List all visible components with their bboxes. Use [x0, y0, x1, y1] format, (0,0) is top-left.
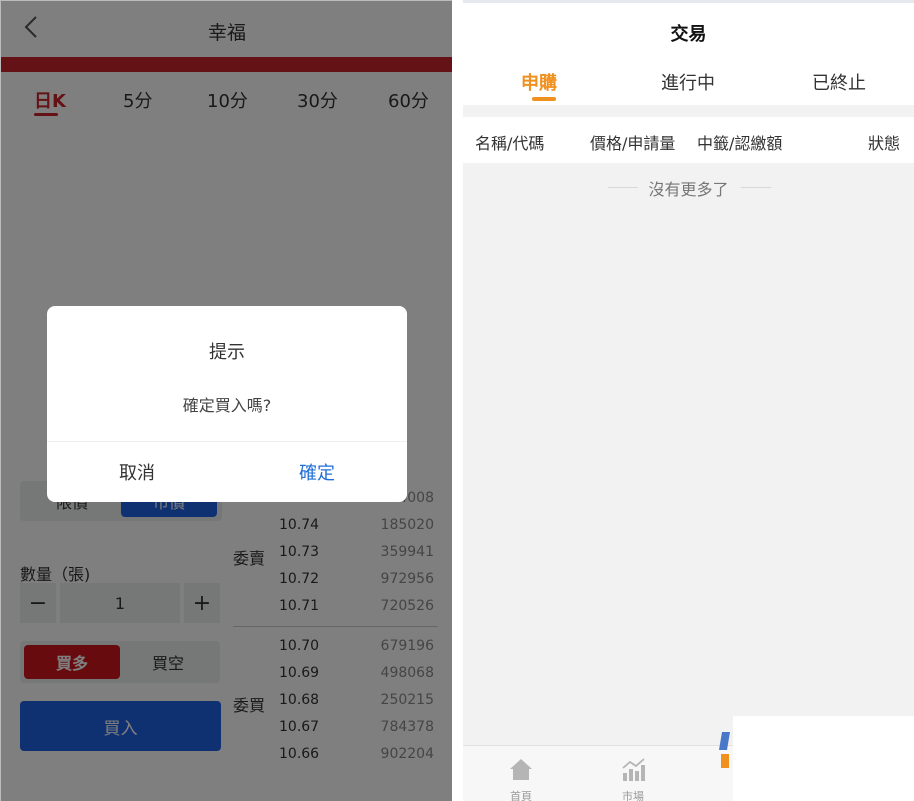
nav-market[interactable]: 市場	[603, 752, 663, 801]
confirm-dialog: 提示 確定買入嗎? 取消 確定	[47, 306, 407, 502]
tab-in-progress[interactable]: 進行中	[661, 69, 715, 95]
tab-terminated[interactable]: 已終止	[812, 69, 866, 95]
tab-subscribe[interactable]: 申購	[521, 69, 557, 95]
page-title: 交易	[670, 24, 707, 45]
nav-home[interactable]: 首頁	[491, 752, 551, 801]
dialog-title: 提示	[209, 342, 245, 363]
floating-badge-icon	[718, 730, 732, 770]
confirm-button[interactable]: 確定	[227, 442, 407, 502]
market-chart-icon	[620, 756, 646, 782]
empty-list-text: 沒有更多了	[648, 180, 729, 199]
subscription-screen: 交易 申購 進行中 已終止 名稱/代碼 價格/申請量 中籤/認繳額 狀態 沒有更…	[463, 0, 914, 801]
column-allotment-amount: 中籤/認繳額	[697, 134, 783, 153]
subscription-tabs: 申購 進行中 已終止	[463, 55, 914, 105]
home-icon	[508, 756, 534, 782]
screen: 幸福 日K 5分 10分 30分 60分 限價 市價 數量（張) − 1 + 買…	[0, 0, 914, 801]
empty-divider-right	[741, 187, 771, 188]
top-bar: 交易	[463, 3, 914, 55]
overlay-panel	[733, 716, 914, 801]
active-tab-indicator	[532, 97, 556, 101]
column-name-code: 名稱/代碼	[475, 134, 545, 153]
table-header: 名稱/代碼 價格/申請量 中籤/認繳額 狀態	[463, 117, 914, 163]
column-status: 狀態	[868, 134, 901, 153]
dialog-message: 確定買入嗎?	[182, 396, 272, 415]
nav-market-label: 市場	[622, 790, 644, 801]
cancel-button[interactable]: 取消	[47, 442, 227, 502]
nav-home-label: 首頁	[510, 790, 532, 801]
trade-order-screen: 幸福 日K 5分 10分 30分 60分 限價 市價 數量（張) − 1 + 買…	[0, 0, 452, 801]
column-price-quantity: 價格/申請量	[590, 134, 676, 153]
